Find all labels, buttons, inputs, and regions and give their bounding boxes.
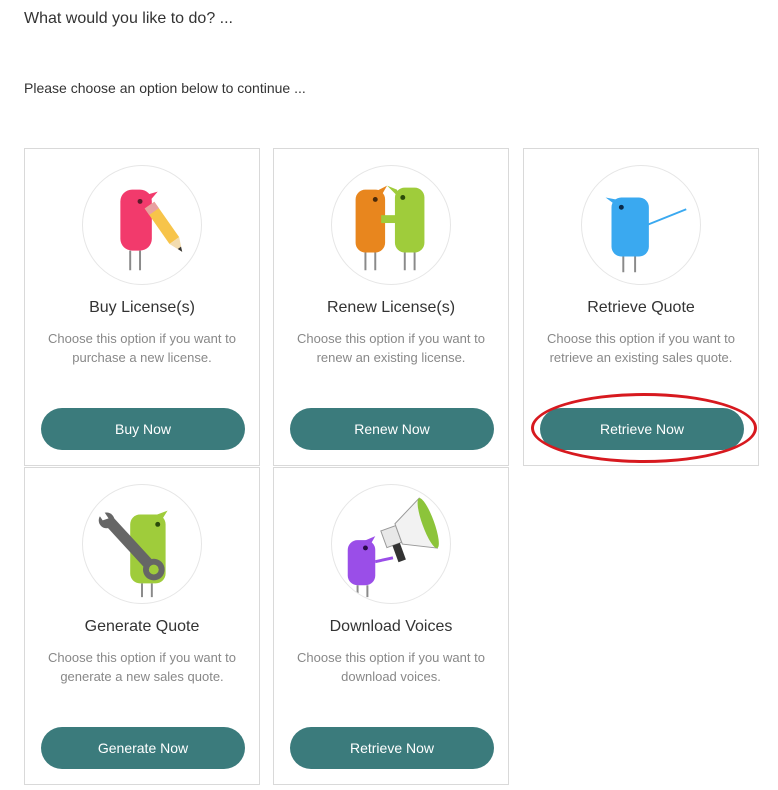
option-card-buy-license: Buy License(s) Choose this option if you… [24,148,260,466]
option-card-generate-quote: Generate Quote Choose this option if you… [24,467,260,785]
card-title: Buy License(s) [89,299,195,316]
option-card-renew-license: Renew License(s) Choose this option if y… [273,148,509,466]
card-description: Choose this option if you want to purcha… [48,331,236,365]
pink-bird-pencil-icon [82,165,202,285]
card-title: Download Voices [329,618,453,635]
two-birds-icon [331,165,451,285]
option-card-download-voices: Download Voices Choose this option if yo… [273,467,509,785]
card-title: Renew License(s) [326,299,456,316]
renew-now-button[interactable]: Renew Now [290,408,494,450]
card-description: Choose this option if you want to downlo… [297,650,485,684]
generate-now-button[interactable]: Generate Now [41,727,245,769]
card-description: Choose this option if you want to retrie… [547,331,735,365]
green-bird-wrench-icon [82,484,202,604]
page-title: What would you like to do? ... [24,10,233,27]
blue-bird-icon [581,165,701,285]
card-description: Choose this option if you want to renew … [297,331,485,365]
download-voices-button[interactable]: Retrieve Now [290,727,494,769]
buy-now-button[interactable]: Buy Now [41,408,245,450]
retrieve-now-button[interactable]: Retrieve Now [540,408,744,450]
card-description: Choose this option if you want to genera… [48,650,236,684]
page-instructions: Please choose an option below to continu… [24,80,306,96]
purple-bird-megaphone-icon [331,484,451,604]
card-title: Generate Quote [84,618,200,635]
card-title: Retrieve Quote [587,299,695,316]
option-card-retrieve-quote: Retrieve Quote Choose this option if you… [523,148,759,466]
